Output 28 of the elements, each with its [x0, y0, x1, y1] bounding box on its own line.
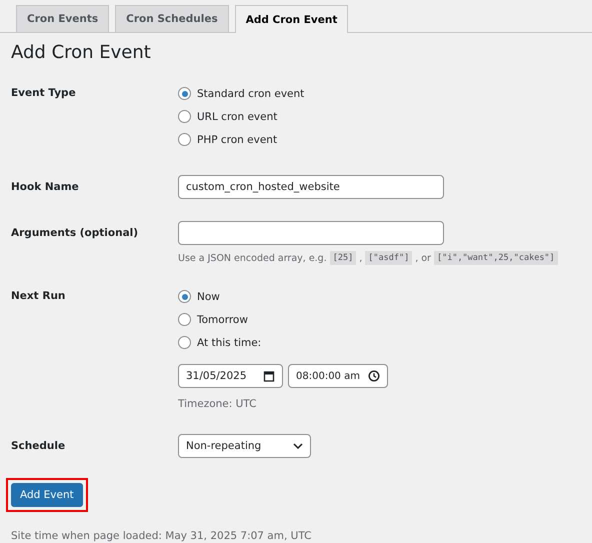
schedule-dropdown[interactable]: Non-repeating — [178, 434, 311, 458]
radio-label: Standard cron event — [197, 88, 304, 100]
field-label: Schedule — [11, 439, 66, 454]
code-sample: ["i","want",25,"cakes"] — [434, 251, 558, 265]
tab[interactable]: Cron Events — [16, 5, 110, 32]
radio-label: URL cron event — [197, 110, 278, 122]
hint-text: , or — [415, 252, 431, 264]
hint-text: Use a JSON encoded array, e.g. — [178, 252, 327, 264]
add-event-button[interactable]: Add Event — [11, 483, 83, 507]
hook-name-field[interactable]: custom_cron_hosted_website — [178, 175, 444, 199]
timezone-text: Timezone: UTC — [178, 398, 258, 410]
footer-text: Site time when page loaded: May 31, 2025 7:07 am, UTC — [11, 530, 312, 542]
time-field[interactable]: 08:00:00 am — [288, 364, 388, 388]
radio-label: At this time: — [197, 336, 262, 348]
tab[interactable]: Cron Schedules — [115, 5, 229, 32]
field-label: Next Run — [11, 289, 66, 304]
radio-label: PHP cron event — [197, 134, 278, 146]
field-label: Event Type — [11, 86, 77, 101]
field-label: Hook Name — [11, 180, 80, 195]
radio-label: Tomorrow — [197, 314, 248, 326]
tab[interactable]: Add Cron Event — [234, 5, 348, 33]
page-title: Add Cron Event — [11, 42, 152, 65]
date-field[interactable]: 31/05/2025 — [178, 364, 283, 388]
hint-text: , — [359, 252, 362, 264]
field-label: Arguments (optional) — [11, 226, 140, 241]
code-sample: ["asdf"] — [365, 251, 412, 265]
radio-label: Now — [197, 290, 220, 302]
code-sample: [25] — [330, 251, 356, 265]
